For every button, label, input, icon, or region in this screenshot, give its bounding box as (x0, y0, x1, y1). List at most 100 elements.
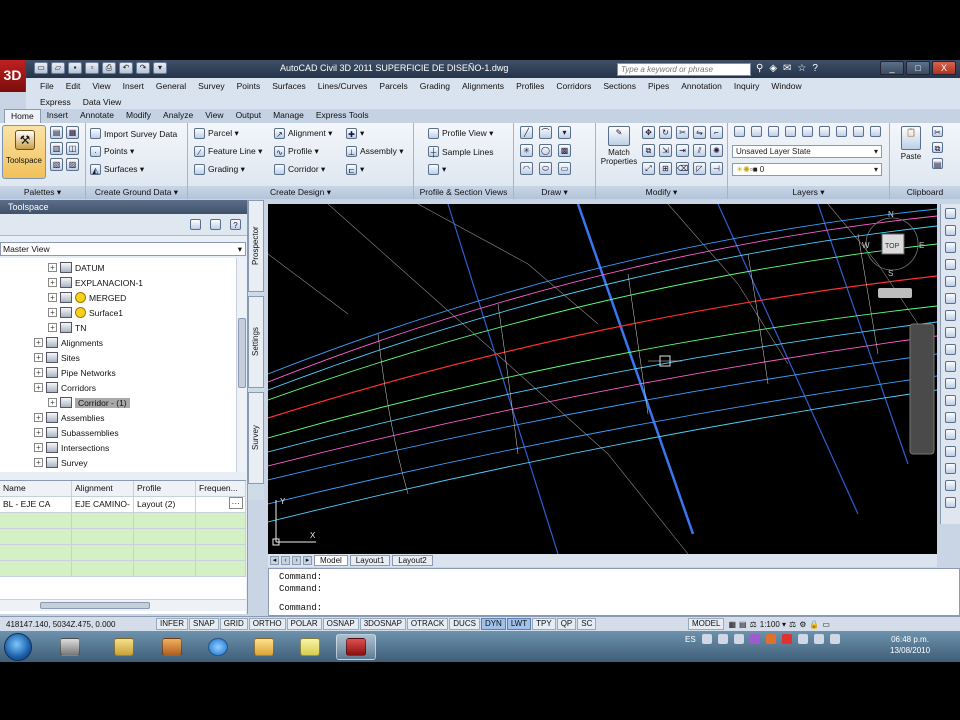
communication-icon[interactable]: ✉ (783, 63, 791, 74)
right-toolbar-icon[interactable] (945, 463, 956, 474)
tab-annotate[interactable]: Annotate (74, 109, 120, 123)
right-toolbar-icon[interactable] (945, 446, 956, 457)
grid-header-cell[interactable]: Name (0, 481, 72, 496)
toggle-dyn[interactable]: DYN (480, 618, 506, 630)
tree-item[interactable]: + Survey (34, 455, 87, 470)
chamfer-icon[interactable]: ◸ (693, 162, 706, 175)
master-view-dropdown[interactable]: Master View ▾ (0, 242, 246, 256)
tab-analyze[interactable]: Analyze (157, 109, 199, 123)
tree-scrollbar[interactable] (236, 258, 246, 472)
points-button[interactable]: · Points ▾ (90, 144, 134, 159)
match-properties-button[interactable]: ✎ Match Properties (600, 126, 638, 176)
profile-button[interactable]: ∿ Profile ▾ (274, 144, 319, 159)
explode-icon[interactable]: ✺ (710, 144, 723, 157)
right-toolbar-icon[interactable] (945, 327, 956, 338)
next-layout-icon[interactable]: › (292, 556, 301, 565)
grid-hscrollbar[interactable] (0, 599, 246, 611)
right-toolbar-icon[interactable] (945, 378, 956, 389)
ellipse-icon[interactable]: ⬭ (539, 162, 552, 175)
taskbar-app[interactable] (244, 634, 284, 660)
menu-general[interactable]: General (150, 81, 192, 91)
close-button[interactable]: X (932, 61, 956, 75)
hatch-icon[interactable]: ▩ (558, 144, 571, 157)
ground-panel-title[interactable]: Create Ground Data ▾ (86, 186, 187, 199)
menu-data-view[interactable]: Data View (77, 97, 128, 107)
corridor-button[interactable]: Corridor ▾ (274, 162, 325, 177)
toggle-tpy[interactable]: TPY (532, 618, 556, 630)
subscription-icon[interactable]: ◈ (769, 63, 777, 74)
offset-icon[interactable]: ⫽ (693, 144, 706, 157)
surfaces-button[interactable]: ◭ Surfaces ▾ (90, 162, 144, 177)
erase-icon[interactable]: ⌫ (676, 162, 689, 175)
toggle-ducs[interactable]: DUCS (449, 618, 480, 630)
tab-modify[interactable]: Modify (120, 109, 157, 123)
grid-header-cell[interactable]: Alignment (72, 481, 134, 496)
quick-view-layouts-icon[interactable]: ▦ (728, 620, 736, 629)
application-menu-button[interactable]: 3D (0, 60, 26, 92)
toggle-infer[interactable]: INFER (156, 618, 188, 630)
prospector-icon[interactable]: ▤ (50, 126, 63, 139)
copy-base-icon[interactable]: ▤ (932, 158, 943, 169)
layer-previous-icon[interactable] (836, 126, 847, 137)
help-tray-icon[interactable] (701, 634, 712, 644)
layers-panel-title[interactable]: Layers ▾ (728, 186, 889, 199)
saveas-icon[interactable]: ▫ (85, 62, 99, 74)
layer-freeze-icon[interactable] (785, 126, 796, 137)
tab-layout2[interactable]: Layout2 (392, 555, 433, 566)
cut-icon[interactable]: ✂ (932, 126, 943, 137)
menu-inquiry[interactable]: Inquiry (728, 81, 766, 91)
intersection-button[interactable]: ✚ ▾ (346, 126, 364, 141)
trim-icon[interactable]: ✂ (676, 126, 689, 139)
stretch-icon[interactable]: ⇲ (659, 144, 672, 157)
app-tray-icon[interactable] (717, 634, 728, 644)
tree-item[interactable]: + Alignments (34, 335, 103, 350)
layer-unisolate-icon[interactable] (870, 126, 881, 137)
undo-icon[interactable]: ↶ (119, 62, 133, 74)
toggle-otrack[interactable]: OTRACK (406, 618, 449, 630)
tab-prospector[interactable]: Prospector (248, 200, 264, 292)
drawing-canvas[interactable]: TOP N S E W Y X (268, 204, 937, 554)
draw-more-icon[interactable]: ▾ (558, 126, 571, 139)
start-button[interactable] (4, 633, 32, 661)
drawing-viewport[interactable]: TOP N S E W Y X (268, 204, 937, 554)
tree-item[interactable]: + MERGED (48, 290, 126, 305)
design-center-icon[interactable]: ◫ (66, 142, 79, 155)
table-row[interactable]: BL - EJE CA EJE CAMINO- Layout (2) ··· (0, 497, 246, 513)
help-search-input[interactable]: Type a keyword or phrase (617, 63, 751, 76)
right-toolbar-icon[interactable] (945, 293, 956, 304)
draw-panel-title[interactable]: Draw ▾ (514, 186, 595, 199)
prev-layout-icon[interactable]: ‹ (281, 556, 290, 565)
expand-icon[interactable]: + (48, 263, 57, 272)
tree-item[interactable]: + Corridors (34, 380, 96, 395)
taskbar-app[interactable] (290, 634, 330, 660)
right-toolbar-icon[interactable] (945, 242, 956, 253)
tab-manage[interactable]: Manage (267, 109, 310, 123)
grid-header-cell[interactable]: Frequen... (196, 481, 246, 496)
polyline-icon[interactable]: ⌒ (539, 126, 552, 139)
menu-surfaces[interactable]: Surfaces (266, 81, 312, 91)
toggle-snap[interactable]: SNAP (189, 618, 219, 630)
expand-icon[interactable]: + (48, 278, 57, 287)
expand-icon[interactable]: + (34, 458, 43, 467)
tree-item[interactable]: + Intersections (34, 440, 109, 455)
menu-pipes[interactable]: Pipes (642, 81, 675, 91)
right-toolbar-icon[interactable] (945, 497, 956, 508)
tree-item[interactable]: + TN (48, 320, 86, 335)
feature-line-button[interactable]: ∕ Feature Line ▾ (194, 144, 262, 159)
clean-screen-icon[interactable]: ▭ (822, 620, 830, 629)
layer-properties-icon[interactable] (734, 126, 745, 137)
expand-icon[interactable]: + (34, 413, 43, 422)
right-toolbar-icon[interactable] (945, 259, 956, 270)
right-toolbar-icon[interactable] (945, 276, 956, 287)
workspace-icon[interactable]: ⚙ (799, 620, 806, 629)
tree-item[interactable]: + Corridor - (1) (48, 395, 130, 410)
quick-view-drawings-icon[interactable]: ▤ (739, 620, 747, 629)
tab-insert[interactable]: Insert (41, 109, 74, 123)
tree-item[interactable]: + Pipe Networks (34, 365, 116, 380)
right-toolbar-icon[interactable] (945, 480, 956, 491)
plot-icon[interactable]: ⎙ (102, 62, 116, 74)
right-toolbar-icon[interactable] (945, 412, 956, 423)
assembly-button[interactable]: ⊥ Assembly ▾ (346, 144, 403, 159)
mirror-icon[interactable]: ⇋ (693, 126, 706, 139)
taskbar-app[interactable] (198, 634, 238, 660)
